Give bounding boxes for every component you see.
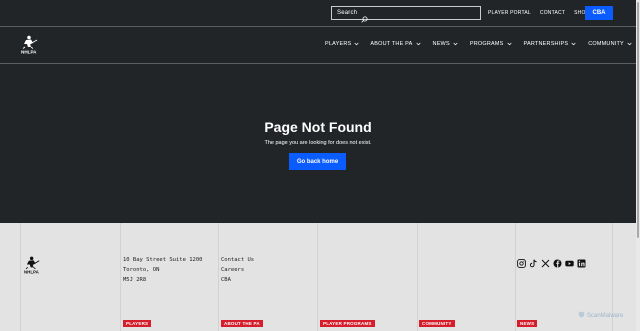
linkedin-icon[interactable] [577, 255, 586, 268]
footer-address: 10 Bay Street Suite 1200 Toronto, ON M5J… [123, 255, 202, 285]
nav-item-players[interactable]: PLAYERS [325, 41, 359, 47]
nav-item-label: COMMUNITY [588, 41, 624, 47]
careers-link[interactable]: Careers [221, 265, 254, 275]
nav-item-label: PLAYERS [325, 41, 352, 47]
not-found-section: Page Not Found The page you are looking … [0, 64, 636, 223]
scrollbar-thumb[interactable] [637, 2, 639, 238]
nav-item-label: PROGRAMS [469, 41, 504, 47]
cba-button[interactable]: CBA [585, 6, 613, 20]
search-box[interactable]: Search [331, 6, 481, 23]
scanmalware-watermark: ScanMalware [578, 311, 623, 320]
watermark-shield-icon [578, 311, 585, 320]
watermark-text: ScanMalware [587, 312, 624, 319]
go-back-home-button[interactable]: Go back home [289, 153, 346, 170]
footer-column-divider [317, 223, 318, 331]
youtube-icon[interactable] [565, 255, 574, 267]
chevron-down-icon [571, 42, 576, 46]
footer-tag-about[interactable]: ABOUT THE PA [221, 320, 263, 327]
social-icons [517, 255, 586, 268]
page-title: Page Not Found [264, 119, 372, 135]
nav-item-about[interactable]: ABOUT THE PA [370, 41, 421, 47]
instagram-icon[interactable] [517, 255, 526, 268]
footer-nhlpa-logo[interactable]: NHLPA [23, 256, 46, 275]
nav-item-news[interactable]: NEWS [433, 41, 458, 47]
nav-item-label: NEWS [432, 41, 450, 47]
tiktok-icon[interactable] [529, 255, 538, 268]
footer-tag-community[interactable]: COMMUNITY [419, 320, 455, 327]
page-scrollbar[interactable] [636, 0, 640, 331]
footer: NHLPA 10 Bay Street Suite 1200 Toronto, … [0, 223, 636, 331]
player-portal-link[interactable]: PLAYER PORTAL [488, 10, 531, 16]
nhlpa-logo[interactable]: NHLPA [20, 35, 44, 55]
address-line: 10 Bay Street Suite 1200 [123, 257, 203, 263]
contact-link[interactable]: CONTACT [540, 10, 565, 16]
chevron-down-icon [354, 42, 359, 46]
nav-item-label: ABOUT THE PA [370, 41, 413, 47]
not-found-message: The page you are looking for does not ex… [264, 140, 372, 146]
nav-item-community[interactable]: COMMUNITY [588, 41, 632, 47]
nav-item-label: PARTNERSHIPS [523, 41, 569, 47]
nav-item-programs[interactable]: PROGRAMS [470, 41, 512, 47]
chevron-down-icon [627, 42, 632, 46]
footer-column-divider [417, 223, 418, 331]
footer-tag-news[interactable]: NEWS [517, 320, 538, 327]
footer-links: Contact Us Careers CBA [221, 255, 254, 285]
svg-text:NHLPA: NHLPA [24, 270, 40, 275]
footer-cba-link[interactable]: CBA [221, 275, 254, 285]
footer-column-divider [120, 223, 121, 331]
contact-us-link[interactable]: Contact Us [221, 255, 254, 265]
address-line: M5J 2R8 [123, 277, 147, 283]
footer-column-divider [515, 223, 516, 331]
nav-item-partnerships[interactable]: PARTNERSHIPS [524, 41, 577, 47]
chevron-down-icon [453, 42, 458, 46]
chevron-down-icon [506, 42, 512, 46]
footer-column-divider [20, 223, 21, 331]
chevron-down-icon [415, 42, 421, 46]
utility-links: PLAYER PORTAL CONTACT SHOP [488, 10, 589, 16]
facebook-icon[interactable] [553, 255, 562, 268]
footer-tag-players[interactable]: PLAYERS [123, 320, 152, 327]
main-nav: NHLPA PLAYERS ABOUT THE PA NEWS PROGRAMS… [0, 27, 636, 64]
search-label: Search [337, 10, 358, 16]
nav-items: PLAYERS ABOUT THE PA NEWS PROGRAMS PARTN… [325, 41, 632, 47]
footer-tag-player-programs[interactable]: PLAYER PROGRAMS [320, 320, 375, 327]
svg-text:NHLPA: NHLPA [21, 50, 37, 55]
address-line: Toronto, ON [123, 267, 160, 273]
utility-bar: Search PLAYER PORTAL CONTACT SHOP CBA [0, 0, 636, 27]
search-icon [361, 10, 368, 23]
x-icon[interactable] [541, 255, 550, 268]
footer-column-divider [218, 223, 219, 331]
